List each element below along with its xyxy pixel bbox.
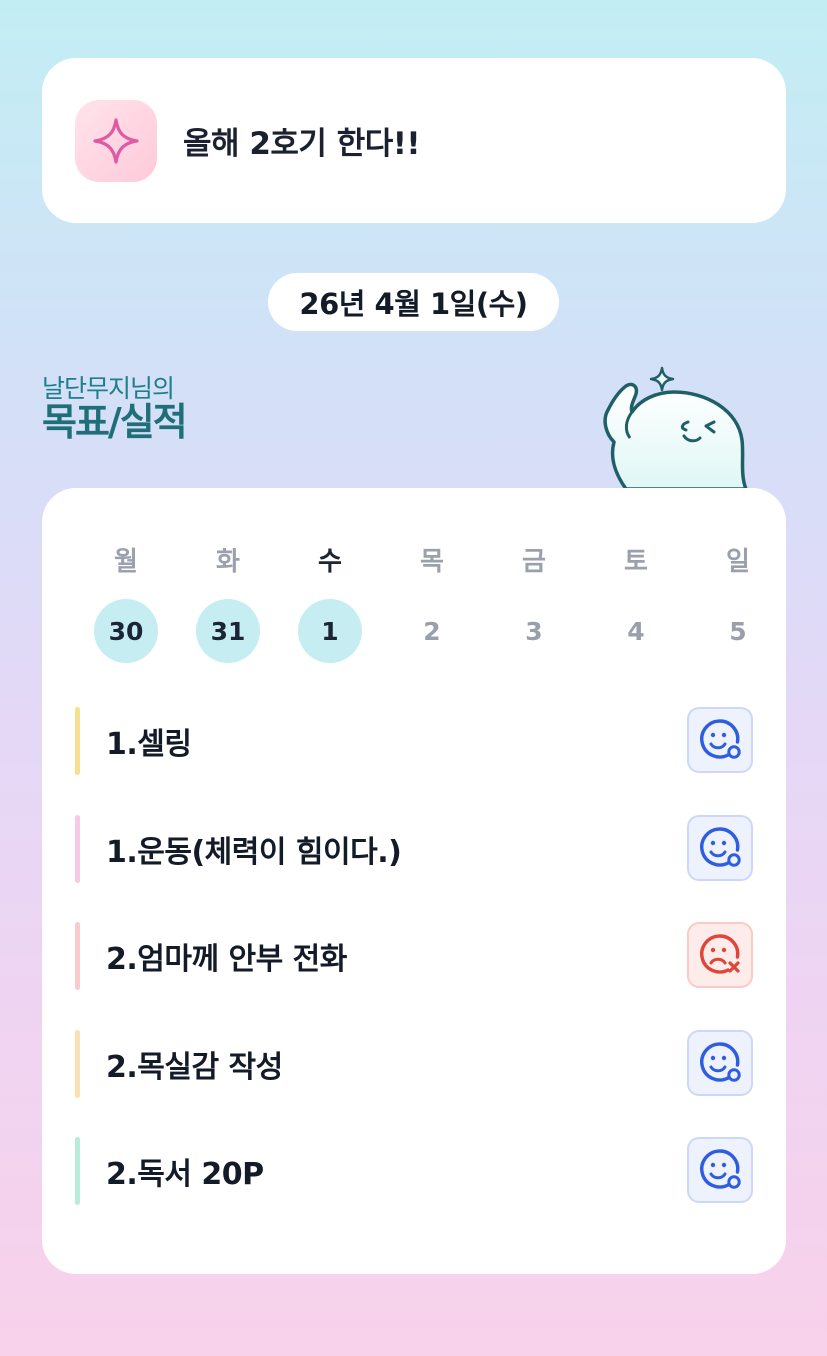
owner-name: 날단무지님의 [42, 374, 175, 403]
smile-check-icon [700, 1149, 741, 1189]
status-button[interactable] [687, 814, 753, 881]
status-button[interactable] [687, 922, 753, 988]
status-button[interactable] [687, 707, 753, 773]
status-button[interactable] [687, 1137, 753, 1203]
day-number: 1 [298, 599, 362, 663]
goal-list: 1.셀링 1.운동(체력이 힘이다.) 2.엄마께 안부 전화 2.목실감 작성… [75, 707, 753, 1245]
day-number: 31 [196, 599, 260, 663]
goal-item[interactable]: 1.운동(체력이 힘이다.) [75, 814, 753, 883]
goal-color-bar [75, 1137, 80, 1205]
goal-item[interactable]: 2.목실감 작성 [75, 1029, 753, 1098]
goal-item[interactable]: 2.독서 20P [75, 1137, 753, 1205]
day-cell[interactable]: 2 [381, 599, 483, 663]
goal-color-bar [75, 707, 80, 775]
day-cell[interactable]: 30 [75, 599, 177, 663]
owner-title: 날단무지님의 목표/실적 [42, 374, 188, 444]
day-cell[interactable]: 4 [585, 599, 687, 663]
status-button[interactable] [687, 1029, 753, 1096]
goal-item[interactable]: 1.셀링 [75, 707, 753, 775]
frown-x-icon [700, 934, 740, 974]
day-cell[interactable]: 3 [483, 599, 585, 663]
day-number: 30 [94, 599, 158, 663]
weekday-tue: 화 [216, 546, 240, 577]
smile-check-icon [700, 719, 741, 759]
smile-check-icon [700, 1041, 741, 1082]
day-number: 3 [525, 616, 543, 646]
weekly-goals-card: 월 화 수 목 금 토 일 30 31 1 2 3 4 5 1.셀링 1.운동(… [42, 488, 786, 1274]
week-days: 30 31 1 2 3 4 5 [75, 599, 789, 663]
goal-text: 1.셀링 [106, 727, 192, 762]
motto-banner[interactable]: 올해 2호기 한다!! [42, 58, 786, 223]
date-label[interactable]: 26년 4월 1일(수) [268, 273, 559, 331]
weekday-mon: 월 [114, 546, 138, 577]
sparkle-icon [75, 99, 157, 182]
day-cell[interactable]: 31 [177, 599, 279, 663]
day-number: 2 [423, 616, 441, 646]
weekday-sun: 일 [726, 546, 750, 577]
goal-color-bar [75, 922, 80, 990]
mascot-illustration [603, 366, 748, 491]
weekday-header: 월 화 수 목 금 토 일 [75, 542, 789, 577]
goals-heading: 목표/실적 [42, 400, 188, 444]
goal-color-bar [75, 814, 80, 883]
day-cell-today[interactable]: 1 [279, 599, 381, 663]
smile-check-icon [700, 826, 741, 867]
goal-text: 2.엄마께 안부 전화 [106, 942, 347, 977]
goal-item[interactable]: 2.엄마께 안부 전화 [75, 922, 753, 990]
day-cell[interactable]: 5 [687, 599, 789, 663]
weekday-fri: 금 [522, 546, 546, 577]
goal-color-bar [75, 1029, 80, 1098]
weekday-sat: 토 [624, 546, 648, 577]
weekday-wed: 수 [318, 546, 342, 577]
weekday-thu: 목 [420, 546, 444, 577]
motto-text: 올해 2호기 한다!! [183, 126, 421, 162]
goal-text: 2.목실감 작성 [106, 1049, 283, 1085]
day-number: 4 [627, 616, 645, 646]
goal-text: 1.운동(체력이 힘이다.) [106, 834, 402, 870]
goal-text: 2.독서 20P [106, 1157, 264, 1192]
day-number: 5 [729, 616, 747, 646]
